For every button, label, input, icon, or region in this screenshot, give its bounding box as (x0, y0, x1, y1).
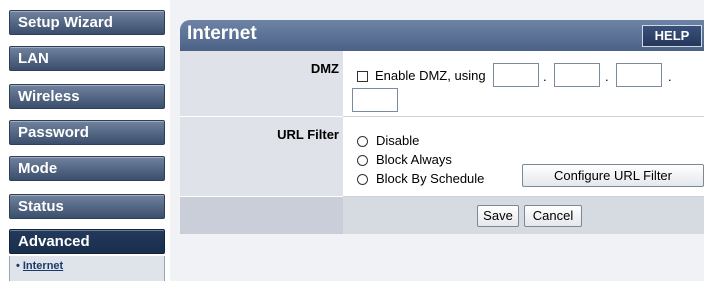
url-filter-block-always-label: Block Always (376, 152, 452, 167)
enable-dmz-label: Enable DMZ, using (375, 68, 486, 83)
dmz-label: DMZ (310, 61, 339, 76)
sidebar-item-wireless[interactable]: Wireless (9, 84, 165, 109)
dmz-value-cell: Enable DMZ, using . . . (343, 51, 704, 117)
ip-separator: . (605, 69, 609, 84)
sidebar-item-mode[interactable]: Mode (9, 156, 165, 181)
url-filter-label-cell: URL Filter (180, 117, 343, 197)
sidebar: Setup Wizard LAN Wireless Password Mode … (0, 0, 170, 281)
sidebar-item-lan[interactable]: LAN (9, 46, 165, 71)
help-button[interactable]: HELP (642, 25, 702, 47)
url-filter-value-cell: Disable Block Always Block By Schedule C… (343, 117, 704, 197)
actions-spacer (180, 197, 343, 234)
sidebar-item-status[interactable]: Status (9, 194, 165, 219)
url-filter-block-always-radio[interactable] (357, 155, 368, 166)
page-header: Internet HELP (180, 20, 704, 51)
submenu-item-label: Internet (22, 260, 64, 272)
enable-dmz-checkbox[interactable] (357, 71, 368, 82)
cancel-button[interactable]: Cancel (524, 205, 582, 227)
sidebar-item-password[interactable]: Password (9, 120, 165, 145)
sidebar-item-setup-wizard[interactable]: Setup Wizard (9, 10, 165, 35)
sidebar-item-advanced[interactable]: Advanced (9, 229, 165, 254)
dmz-ip-octet-4[interactable] (352, 88, 398, 112)
url-filter-label: URL Filter (277, 127, 339, 142)
dmz-ip-octet-2[interactable] (554, 63, 600, 87)
ip-separator: . (668, 69, 672, 84)
dmz-ip-octet-1[interactable] (493, 63, 539, 87)
advanced-submenu: • Internet (9, 256, 165, 281)
dmz-ip-octet-3[interactable] (616, 63, 662, 87)
configure-url-filter-button[interactable]: Configure URL Filter (522, 164, 704, 187)
submenu-item-internet[interactable]: • Internet (16, 260, 63, 272)
actions-bar: Save Cancel (343, 197, 704, 234)
url-filter-block-schedule-radio[interactable] (357, 174, 368, 185)
url-filter-disable-radio[interactable] (357, 136, 368, 147)
ip-separator: . (543, 69, 547, 84)
url-filter-block-schedule-label: Block By Schedule (376, 171, 485, 186)
save-button[interactable]: Save (477, 205, 519, 227)
url-filter-disable-label: Disable (376, 133, 420, 148)
page-title: Internet (187, 23, 257, 44)
dmz-label-cell: DMZ (180, 51, 343, 117)
bullet-icon: • (16, 260, 20, 272)
